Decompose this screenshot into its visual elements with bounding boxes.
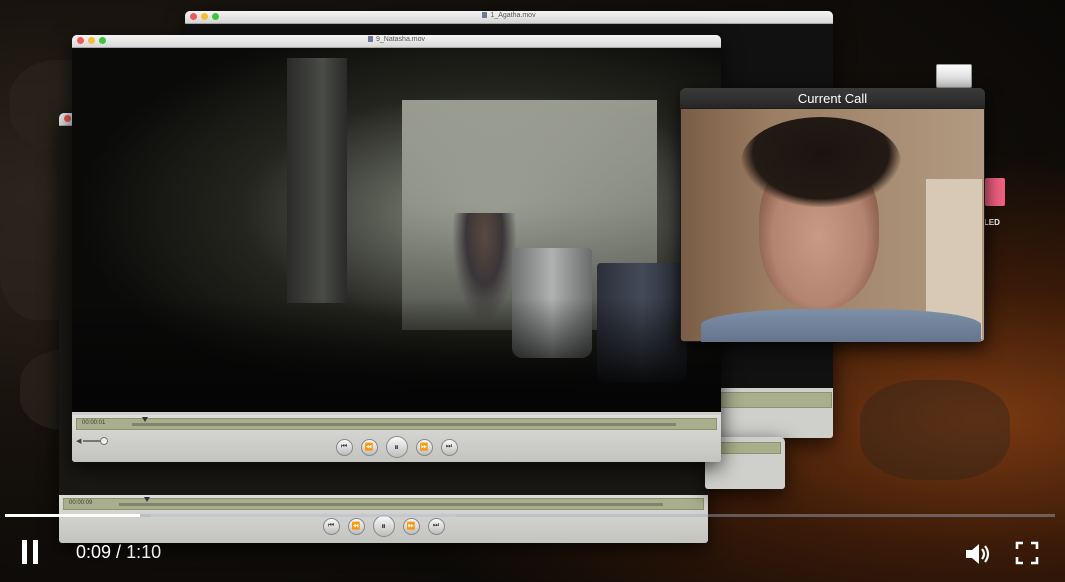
rewind-button[interactable]: ⏪ [347,517,365,535]
skip-back-button[interactable]: ⏮ [335,438,353,456]
skip-back-button[interactable]: ⏮ [322,517,340,535]
timeline[interactable]: 00:00:01 [76,417,717,430]
progress-bar[interactable] [5,514,1055,517]
skip-forward-button[interactable]: ⏭ [440,438,458,456]
current-call-window[interactable]: Current Call [680,88,985,342]
close-window-button[interactable] [64,115,71,122]
timeline[interactable]: 00:00:09 [63,497,704,510]
playhead[interactable] [142,417,148,422]
movie-file-icon [367,36,373,43]
skip-forward-button[interactable]: ⏭ [427,517,445,535]
time-display: 0:09 / 1:10 [76,542,161,563]
agatha-timeline[interactable] [720,392,832,408]
current-time: 0:09 [76,542,112,562]
window-title: 9_Natasha.mov [375,36,426,43]
pause-button[interactable]: ⏸ [385,436,408,458]
played-range [5,514,141,517]
time-separator: / [111,542,127,562]
document-icon[interactable] [985,178,1005,206]
rewind-button[interactable]: ⏪ [360,438,378,456]
call-title: Current Call [680,88,985,108]
fast-forward-button[interactable]: ⏩ [402,517,420,535]
video-frame[interactable] [72,48,721,412]
fast-forward-button[interactable]: ⏩ [415,438,433,456]
window-titlebar[interactable]: 9_Natasha.mov [72,35,721,48]
duration: 1:10 [126,542,162,562]
window-title: 1_Agatha.mov [490,12,536,19]
window-titlebar[interactable]: 1_Agatha.mov [185,11,833,24]
buffered-range [151,514,456,517]
video-window-natasha[interactable]: 9_Natasha.mov 00:00:01 ◀ ⏮ ⏪ ⏸ ⏩ ⏭ [72,35,721,462]
timecode: 00:00:09 [69,500,93,506]
window-titlebar[interactable] [59,113,73,126]
printer-icon[interactable] [936,64,972,88]
call-video-feed [681,109,984,342]
pause-icon[interactable] [22,540,44,566]
pause-button[interactable]: ⏸ [372,515,395,537]
fullscreen-icon[interactable] [1015,541,1039,565]
movie-file-icon [482,12,488,19]
timecode: 00:00:01 [82,420,106,426]
playhead[interactable] [144,497,150,502]
volume-icon[interactable] [964,541,992,567]
